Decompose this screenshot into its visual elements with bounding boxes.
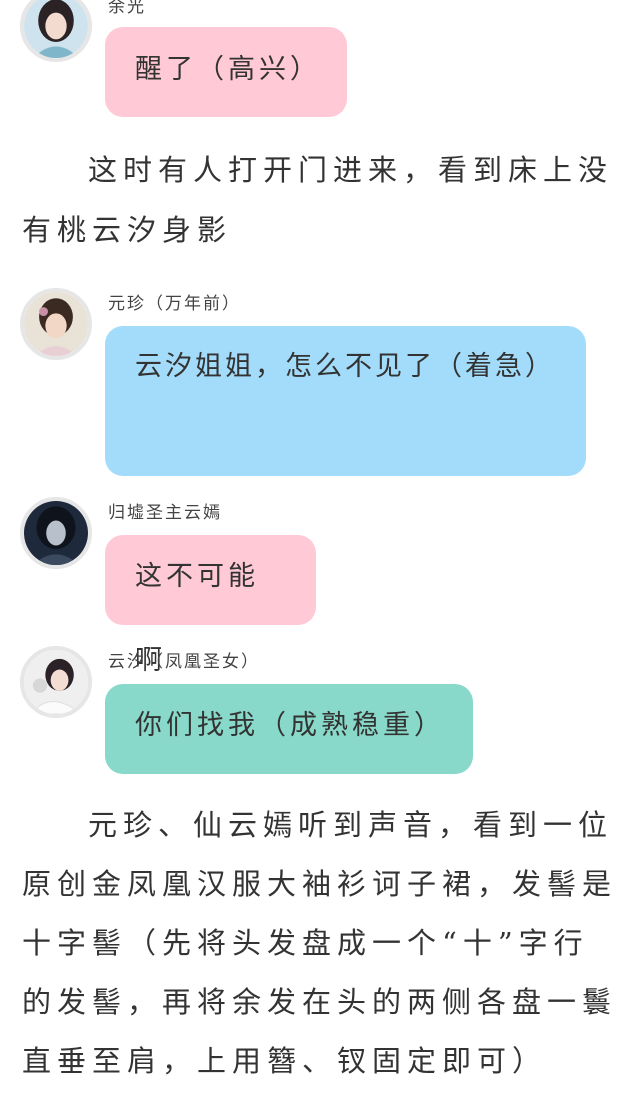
sender-name: 归墟圣主云嫣 xyxy=(108,503,222,523)
avatar-image xyxy=(24,650,88,714)
avatar[interactable] xyxy=(20,646,92,718)
avatar-image xyxy=(24,0,88,58)
avatar[interactable] xyxy=(20,497,92,569)
narration-paragraph: 这时有人打开门进来，看到床上没有桃云汐身影 xyxy=(22,153,614,247)
sender-name: 元珍（万年前） xyxy=(108,294,241,314)
sender-name: 云汐（凤凰圣女） xyxy=(108,652,260,672)
sender-name: 余光 xyxy=(108,0,146,17)
message-bubble[interactable]: 醒了（高兴） xyxy=(105,27,347,117)
message-bubble[interactable]: 这不可能啊 xyxy=(105,535,316,676)
narration-paragraph: 元珍、仙云嫣听到声音，看到一位原创金凤凰汉服大袖衫诃子裙，发髻是十字髻（先将头发… xyxy=(22,808,618,1078)
avatar[interactable] xyxy=(20,0,92,62)
avatar-image xyxy=(24,292,88,356)
avatar-image xyxy=(24,501,88,565)
message-bubble[interactable]: 云汐姐姐，怎么不见了（着急） xyxy=(105,326,586,476)
message-bubble[interactable]: 你们找我（成熟稳重） xyxy=(105,684,473,774)
avatar[interactable] xyxy=(20,288,92,360)
